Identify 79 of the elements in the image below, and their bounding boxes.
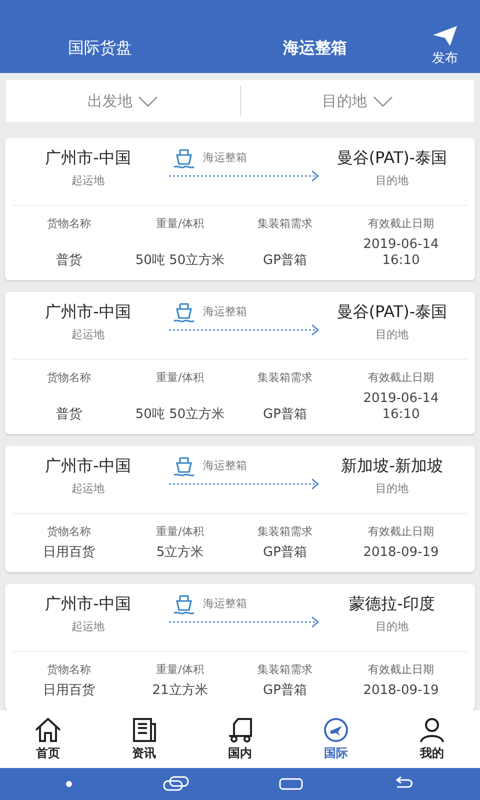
- destination-city: 新加坡-新加坡: [341, 456, 443, 477]
- field-value: 50吨 50立方米: [135, 253, 225, 269]
- origin-label: 起运地: [72, 173, 104, 188]
- cargo-card[interactable]: 广州市-中国 起运地 海运整箱 新加坡-新加坡 目的地 货物名称 日用百货 重量/体积 5立方米 集装箱需求 GP普箱 有效截止日期 2018-09-19: [5, 446, 475, 572]
- origin-city: 广州市-中国: [45, 148, 131, 169]
- filter-dropdown[interactable]: 出发地: [87, 92, 132, 110]
- destination-city: 蒙德拉-印度: [349, 594, 435, 615]
- publish-label[interactable]: 发布: [432, 49, 458, 67]
- chevron-down-icon: [372, 96, 393, 106]
- field-label: 重量/体积: [156, 370, 204, 385]
- origin-label: 起运地: [72, 481, 104, 496]
- field-label: 有效截止日期: [368, 662, 434, 677]
- field-value: 普货: [56, 253, 82, 269]
- filter-dropdown[interactable]: 目的地: [322, 92, 367, 110]
- field-value: GP普箱: [263, 253, 307, 269]
- transport-mode: 海运整箱: [203, 304, 247, 319]
- transport-mode: 海运整箱: [203, 596, 247, 611]
- field-label: 货物名称: [47, 524, 91, 539]
- nav-tab[interactable]: 资讯: [132, 745, 156, 762]
- destination-label: 目的地: [376, 327, 408, 342]
- field-label: 重量/体积: [156, 216, 204, 231]
- field-value: 普货: [56, 407, 82, 423]
- destination-label: 目的地: [376, 619, 408, 634]
- ship-icon: [173, 594, 195, 616]
- field-value: 2018-09-19: [363, 545, 439, 561]
- header-tab[interactable]: 国际货盘: [0, 38, 200, 59]
- field-label: 货物名称: [47, 370, 91, 385]
- field-label: 重量/体积: [156, 662, 204, 677]
- field-label: 有效截止日期: [368, 216, 434, 231]
- field-label: 有效截止日期: [368, 370, 434, 385]
- paper-plane-icon[interactable]: [432, 25, 458, 47]
- field-label: 有效截止日期: [368, 524, 434, 539]
- home-button-icon[interactable]: [279, 778, 303, 790]
- field-label: 集装箱需求: [258, 216, 312, 231]
- ship-icon: [173, 456, 195, 478]
- field-value: 5立方米: [156, 545, 204, 561]
- airplane-icon: [321, 716, 351, 744]
- destination-label: 目的地: [376, 481, 408, 496]
- field-label: 集装箱需求: [258, 524, 312, 539]
- field-value: 日用百货: [43, 683, 95, 699]
- origin-city: 广州市-中国: [45, 456, 131, 477]
- user-icon: [417, 716, 447, 744]
- field-label: 集装箱需求: [258, 662, 312, 677]
- field-label: 货物名称: [47, 662, 91, 677]
- destination-label: 目的地: [376, 173, 408, 188]
- transport-mode: 海运整箱: [203, 150, 247, 165]
- nav-tab[interactable]: 国际: [324, 745, 348, 762]
- destination-city: 曼谷(PAT)-泰国: [336, 148, 448, 169]
- field-label: 集装箱需求: [258, 370, 312, 385]
- chevron-down-icon: [138, 96, 158, 106]
- origin-city: 广州市-中国: [45, 594, 131, 615]
- field-value: 50吨 50立方米: [135, 407, 225, 423]
- field-value: GP普箱: [263, 683, 307, 699]
- origin-label: 起运地: [72, 619, 104, 634]
- ship-icon: [173, 302, 195, 324]
- dot-icon[interactable]: [65, 780, 73, 788]
- field-value: 21立方米: [152, 683, 208, 699]
- field-value: GP普箱: [263, 545, 307, 561]
- nav-tab[interactable]: 我的: [420, 745, 444, 762]
- nav-tab[interactable]: 国内: [228, 745, 252, 762]
- nav-tab[interactable]: 首页: [36, 745, 60, 762]
- field-value: 2019-06-14 16:10: [363, 391, 439, 423]
- field-label: 重量/体积: [156, 524, 204, 539]
- origin-city: 广州市-中国: [45, 302, 131, 323]
- cargo-card[interactable]: 广州市-中国 起运地 海运整箱 曼谷(PAT)-泰国 目的地 货物名称 普货 重量/体积 50吨 50立方米 集装箱需求 GP普箱 有效截止日期 2019-06-14 16:10: [5, 138, 475, 280]
- field-value: 2018-09-19: [363, 683, 439, 699]
- origin-label: 起运地: [72, 327, 104, 342]
- recent-apps-icon[interactable]: [163, 776, 189, 792]
- field-value: 日用百货: [43, 545, 95, 561]
- field-label: 货物名称: [47, 216, 91, 231]
- cargo-card[interactable]: 广州市-中国 起运地 海运整箱 蒙德拉-印度 目的地 货物名称 日用百货 重量/体积 21立方米 集装箱需求 GP普箱 有效截止日期 2018-09-19: [5, 584, 475, 710]
- destination-city: 曼谷(PAT)-泰国: [336, 302, 448, 323]
- cargo-card[interactable]: 广州市-中国 起运地 海运整箱 曼谷(PAT)-泰国 目的地 货物名称 普货 重量/体积 50吨 50立方米 集装箱需求 GP普箱 有效截止日期 2019-06-14 16:10: [5, 292, 475, 434]
- field-value: 2019-06-14 16:10: [363, 237, 439, 269]
- field-value: GP普箱: [263, 407, 307, 423]
- ship-icon: [173, 148, 195, 170]
- header-tab[interactable]: 海运整箱: [200, 38, 400, 59]
- home-icon: [33, 716, 63, 744]
- transport-mode: 海运整箱: [203, 458, 247, 473]
